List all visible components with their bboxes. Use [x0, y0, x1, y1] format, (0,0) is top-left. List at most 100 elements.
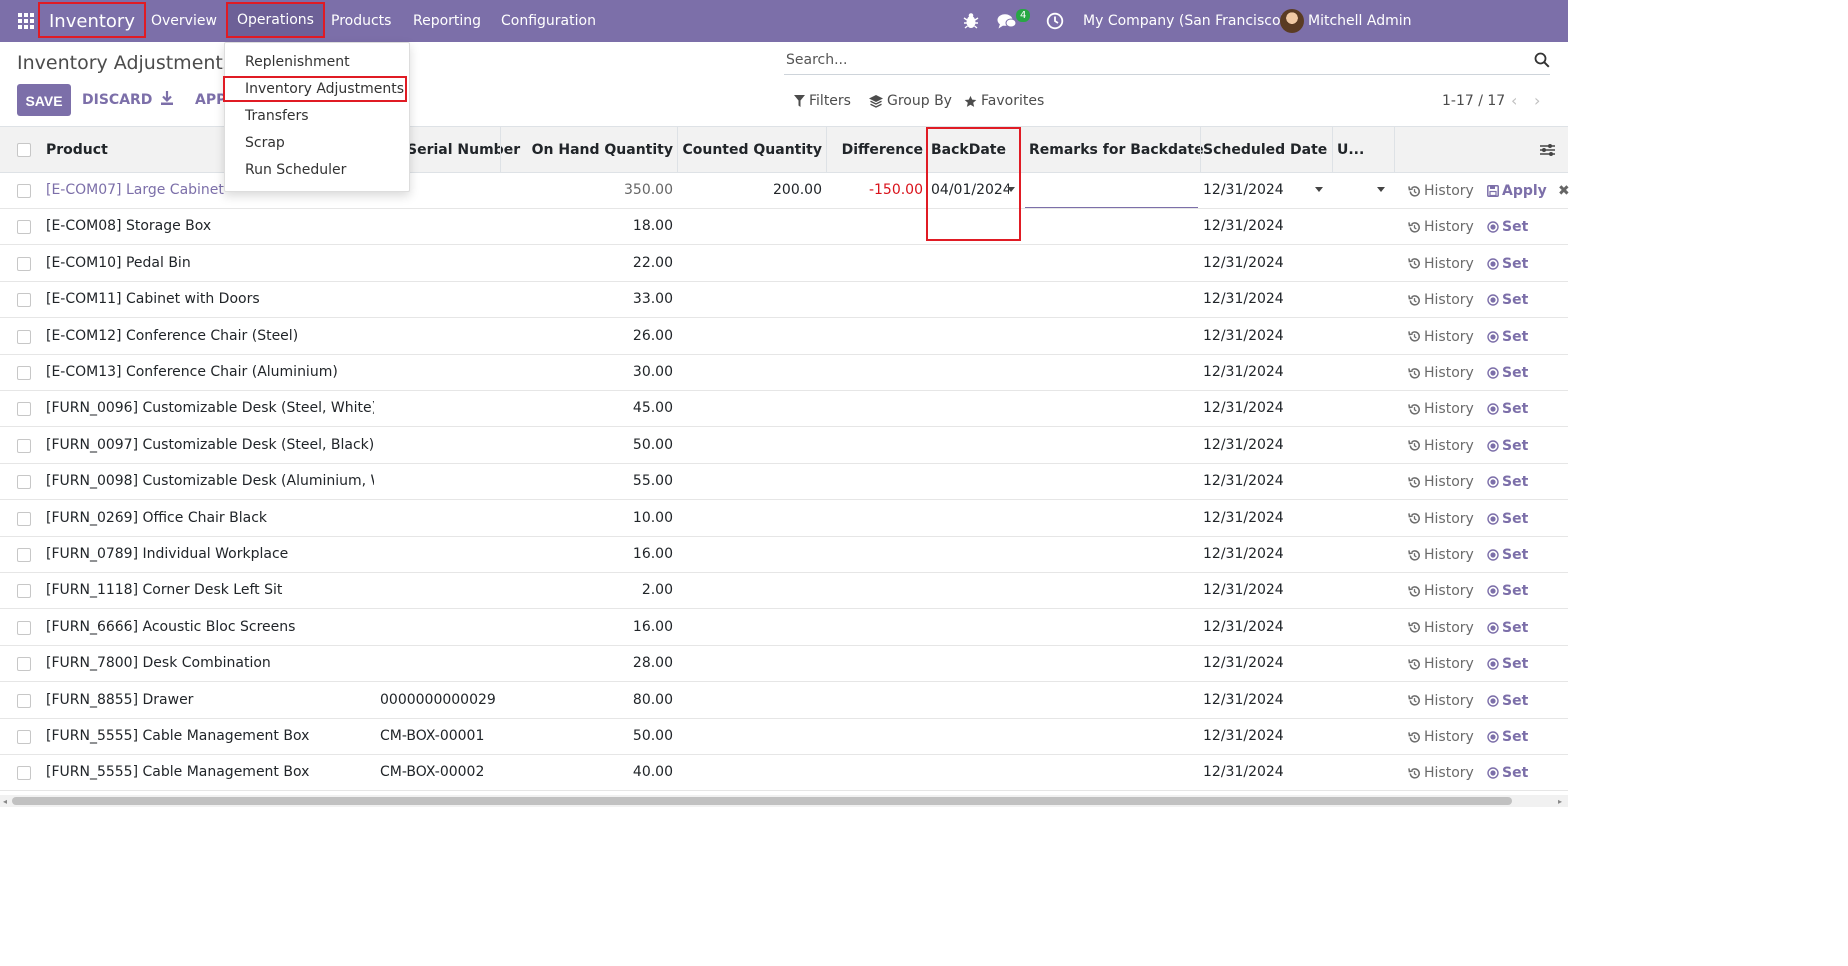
scroll-left-icon[interactable]: ◂	[3, 797, 7, 806]
column-difference[interactable]: Difference	[830, 127, 923, 173]
row-checkbox[interactable]	[17, 511, 31, 526]
row-checkbox[interactable]	[17, 366, 31, 380]
product-cell[interactable]: [E-COM12] Conference Chair (Steel)	[46, 319, 374, 355]
product-cell[interactable]: [E-COM10] Pedal Bin	[46, 246, 374, 282]
row-checkbox[interactable]	[17, 693, 31, 708]
history-button[interactable]: History	[1408, 391, 1474, 427]
product-cell[interactable]: [FURN_5555] Cable Management Box	[46, 719, 374, 755]
discard-button[interactable]: DISCARD	[82, 84, 152, 116]
set-button[interactable]: Set	[1487, 464, 1528, 500]
product-cell[interactable]: [E-COM13] Conference Chair (Aluminium)	[46, 355, 374, 391]
history-button[interactable]: History	[1408, 246, 1474, 282]
table-row[interactable]: [FURN_6666] Acoustic Bloc Screens 16.00 12…	[0, 610, 1568, 646]
row-checkbox[interactable]	[17, 220, 31, 235]
pager-next-icon[interactable]: ›	[1534, 90, 1548, 112]
history-button[interactable]: History	[1408, 573, 1474, 609]
menu-transfers[interactable]: Transfers	[245, 106, 309, 126]
set-button[interactable]: Set	[1487, 282, 1528, 318]
table-row[interactable]: [FURN_7800] Desk Combination 28.00 12/31/2…	[0, 646, 1568, 683]
product-cell[interactable]: [FURN_0269] Office Chair Black	[46, 501, 374, 537]
row-checkbox[interactable]	[17, 730, 31, 744]
row-checkbox[interactable]	[17, 548, 31, 562]
row-checkbox[interactable]	[17, 766, 31, 781]
product-cell[interactable]: [FURN_0789] Individual Workplace	[46, 537, 374, 573]
apps-grid-icon[interactable]	[18, 13, 34, 29]
menu-run-scheduler[interactable]: Run Scheduler	[245, 160, 346, 180]
nav-products[interactable]: Products	[331, 0, 391, 42]
uom-caret-icon[interactable]	[1377, 187, 1385, 192]
clear-row-icon[interactable]: ✖	[1558, 173, 1570, 209]
app-brand-inventory[interactable]: Inventory	[38, 2, 146, 38]
scheduled-date-input[interactable]: 12/31/2024	[1203, 173, 1313, 209]
remarks-input[interactable]	[1025, 207, 1198, 208]
group-by-button[interactable]: Group By	[869, 90, 952, 112]
set-button[interactable]: Set	[1487, 537, 1528, 573]
set-button[interactable]: Set	[1487, 355, 1528, 391]
chat-icon[interactable]	[997, 13, 1017, 30]
menu-replenishment[interactable]: Replenishment	[245, 52, 350, 72]
set-button[interactable]: Set	[1487, 209, 1528, 245]
apply-all-button[interactable]: APP	[195, 84, 226, 116]
table-row[interactable]: [E-COM13] Conference Chair (Aluminium) 30…	[0, 355, 1568, 391]
row-checkbox[interactable]	[17, 184, 31, 198]
company-switcher[interactable]: My Company (San Francisco)	[1083, 0, 1286, 42]
apply-button[interactable]: Apply	[1487, 173, 1547, 209]
product-cell[interactable]: [FURN_0096] Customizable Desk (Steel, Wh…	[46, 391, 374, 427]
table-row[interactable]: [FURN_1118] Corner Desk Left Sit 2.00 12/3…	[0, 573, 1568, 610]
column-counted[interactable]: Counted Quantity	[680, 127, 822, 173]
product-cell[interactable]: [FURN_1118] Corner Desk Left Sit	[46, 573, 374, 609]
history-button[interactable]: History	[1408, 755, 1474, 791]
scroll-right-icon[interactable]: ▸	[1558, 797, 1562, 806]
user-menu[interactable]: Mitchell Admin (sh_inventory_backdate)	[1308, 0, 1568, 71]
product-cell[interactable]: [FURN_5555] Cable Management Box	[46, 755, 374, 791]
nav-configuration[interactable]: Configuration	[501, 0, 596, 42]
product-cell[interactable]: [FURN_0097] Customizable Desk (Steel, Bl…	[46, 428, 374, 464]
table-row[interactable]: [FURN_0097] Customizable Desk (Steel, Bl…	[0, 428, 1568, 464]
history-button[interactable]: History	[1408, 537, 1474, 573]
table-row[interactable]: [FURN_0096] Customizable Desk (Steel, Wh…	[0, 391, 1568, 428]
table-row[interactable]: [FURN_8855] Drawer 0000000000029 80.00 12/3…	[0, 683, 1568, 719]
set-button[interactable]: Set	[1487, 391, 1528, 427]
table-row[interactable]: [E-COM10] Pedal Bin 22.00 12/31/2024 Histor…	[0, 246, 1568, 282]
history-button[interactable]: History	[1408, 355, 1474, 391]
table-row[interactable]: [E-COM11] Cabinet with Doors 33.00 12/31/2…	[0, 282, 1568, 319]
nav-reporting[interactable]: Reporting	[413, 0, 481, 42]
row-checkbox[interactable]	[17, 584, 31, 599]
row-checkbox[interactable]	[17, 475, 31, 490]
save-button[interactable]: SAVE	[17, 84, 71, 116]
favorites-button[interactable]: Favorites	[964, 90, 1044, 112]
history-button[interactable]: History	[1408, 173, 1474, 209]
filters-button[interactable]: Filters	[794, 90, 851, 112]
bug-icon[interactable]	[963, 12, 979, 30]
column-serial-number[interactable]: Serial Number	[407, 127, 520, 173]
menu-scrap[interactable]: Scrap	[245, 133, 285, 153]
history-button[interactable]: History	[1408, 683, 1474, 719]
set-button[interactable]: Set	[1487, 610, 1528, 646]
row-checkbox[interactable]	[17, 256, 31, 271]
history-button[interactable]: History	[1408, 319, 1474, 355]
row-checkbox[interactable]	[17, 657, 31, 672]
product-cell[interactable]: [FURN_0098] Customizable Desk (Aluminium…	[46, 464, 374, 500]
row-checkbox[interactable]	[17, 438, 31, 453]
set-button[interactable]: Set	[1487, 246, 1528, 282]
counted-quantity-input[interactable]: 200.00	[680, 173, 822, 209]
set-button[interactable]: Set	[1487, 573, 1528, 609]
table-row[interactable]: [FURN_5555] Cable Management Box CM-BOX-0…	[0, 755, 1568, 792]
row-checkbox[interactable]	[17, 402, 31, 417]
nav-overview[interactable]: Overview	[151, 0, 217, 42]
column-remarks-backdate[interactable]: Remarks for Backdate	[1029, 127, 1204, 173]
row-checkbox[interactable]	[17, 329, 31, 344]
set-button[interactable]: Set	[1487, 683, 1528, 719]
column-on-hand[interactable]: On Hand Quantity	[510, 127, 673, 173]
table-row[interactable]: [E-COM08] Storage Box 18.00 12/31/2024 Hist…	[0, 209, 1568, 246]
search-icon[interactable]	[1534, 52, 1550, 68]
table-row[interactable]: [FURN_0098] Customizable Desk (Aluminium…	[0, 464, 1568, 501]
menu-inventory-adjustments[interactable]: Inventory Adjustments	[245, 79, 404, 99]
clock-icon[interactable]	[1046, 12, 1064, 30]
product-cell[interactable]: [FURN_7800] Desk Combination	[46, 646, 374, 682]
history-button[interactable]: History	[1408, 209, 1474, 245]
history-button[interactable]: History	[1408, 282, 1474, 318]
history-button[interactable]: History	[1408, 464, 1474, 500]
history-button[interactable]: History	[1408, 610, 1474, 646]
product-cell[interactable]: [FURN_6666] Acoustic Bloc Screens	[46, 610, 374, 646]
